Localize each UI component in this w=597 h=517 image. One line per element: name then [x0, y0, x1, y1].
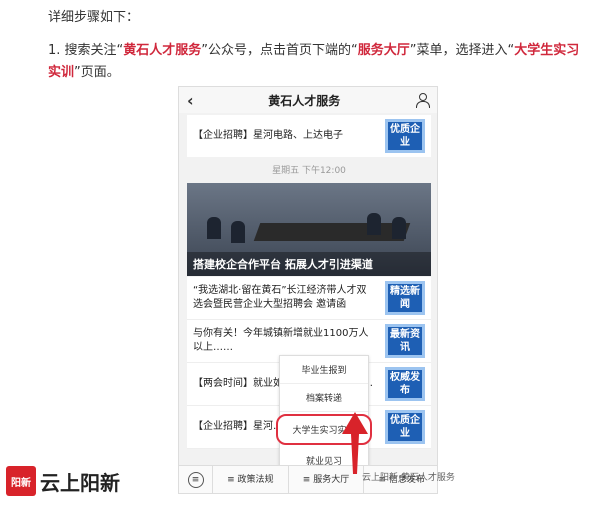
phone-screenshot: ‹ 黄石人才服务 【企业招聘】星河电路、上达电子 优质企业 星期五 下午12:0… — [178, 86, 438, 494]
banner-image[interactable]: 搭建校企合作平台 拓展人才引进渠道 — [187, 183, 431, 276]
person-figure — [207, 217, 221, 239]
article-thumbnail: 优质企业 — [385, 119, 425, 153]
nav-policy[interactable]: ≡ 政策法规 — [213, 465, 289, 493]
step-instruction: 1. 搜索关注“黄石人才服务”公众号，点击首页下端的“服务大厅”菜单，选择进入“… — [48, 40, 588, 84]
person-figure — [367, 213, 381, 235]
step-prefix: 1. 搜索关注“ — [48, 43, 124, 58]
logo-mark: 阳新 — [6, 466, 36, 496]
article-thumbnail: 权威发布 — [385, 367, 425, 401]
menu-item-file-transfer[interactable]: 档案转递 — [280, 384, 368, 412]
article-thumbnail: 最新资讯 — [385, 324, 425, 358]
banner-caption: 搭建校企合作平台 拓展人才引进渠道 — [187, 252, 431, 276]
person-figure — [231, 221, 245, 243]
menu-name: 服务大厅 — [357, 43, 410, 58]
person-figure — [392, 217, 406, 239]
article-thumbnail: 优质企业 — [385, 410, 425, 444]
back-icon[interactable]: ‹ — [187, 91, 194, 110]
step-mid2: ”菜单，选择进入“ — [409, 43, 515, 58]
article-title: “我选湖北·留在黄石”长江经济带人才双选会暨民营企业大型招聘会 邀请函 — [193, 285, 367, 310]
keyboard-toggle-icon[interactable]: ≡ — [179, 465, 213, 493]
list-item[interactable]: “我选湖北·留在黄石”长江经济带人才双选会暨民营企业大型招聘会 邀请函 精选新闻 — [187, 277, 431, 320]
step-mid1: ”公众号，点击首页下端的“ — [201, 43, 358, 58]
top-article-card[interactable]: 【企业招聘】星河电路、上达电子 优质企业 — [187, 115, 431, 157]
watermark: 云上阳新·黄石人才服务 — [362, 473, 455, 483]
article-thumbnail: 精选新闻 — [385, 281, 425, 315]
article-title: 与你有关！今年城镇新增就业1100万人以上…… — [193, 328, 369, 353]
step-suffix: ”页面。 — [74, 65, 120, 80]
logo-text: 云上阳新 — [40, 470, 120, 495]
user-icon[interactable] — [415, 93, 430, 108]
wechat-topbar: ‹ 黄石人才服务 — [179, 87, 437, 113]
message-timestamp: 星期五 下午12:00 — [272, 166, 346, 176]
article-title: 【企业招聘】星河电路、上达电子 — [193, 130, 343, 141]
intro-text: 详细步骤如下： — [48, 10, 140, 25]
account-title: 黄石人才服务 — [268, 93, 341, 108]
red-arrow-icon — [342, 412, 368, 474]
account-name: 黄石人才服务 — [123, 43, 202, 58]
yunshang-yangxin-logo: 阳新 云上阳新 — [6, 466, 120, 496]
meeting-table — [253, 223, 411, 241]
menu-item-graduate-report[interactable]: 毕业生报到 — [280, 356, 368, 384]
